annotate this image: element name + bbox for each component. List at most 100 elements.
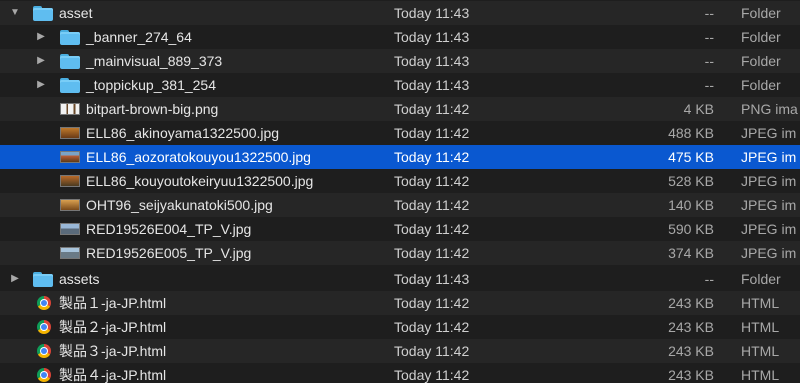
file-kind: PNG ima [741, 101, 798, 117]
file-name: 製品２-ja-JP.html [59, 319, 167, 335]
file-row-banner[interactable]: ▶ _banner_274_64 Today 11:43 -- Folder [0, 25, 800, 49]
date-modified: Today 11:42 [394, 367, 470, 383]
disclosure-triangle-expanded[interactable]: ▼ [9, 1, 21, 25]
file-kind: JPEG im [741, 245, 797, 261]
folder-icon [60, 77, 80, 93]
file-size: 140 KB [668, 197, 714, 213]
file-size: 243 KB [668, 295, 714, 311]
file-size: -- [704, 271, 714, 287]
file-kind: JPEG im [741, 173, 797, 189]
file-list: ▼ asset Today 11:43 -- Folder ▶ _banner_… [0, 0, 800, 383]
date-modified: Today 11:42 [394, 221, 470, 237]
chrome-html-icon [37, 344, 51, 358]
file-kind: JPEG im [741, 125, 797, 141]
date-modified: Today 11:43 [394, 5, 470, 21]
file-name: _mainvisual_889_373 [86, 53, 223, 69]
file-kind: HTML [741, 343, 780, 359]
file-kind: HTML [741, 295, 780, 311]
file-row-aozoratokouyou-selected[interactable]: ELL86_aozoratokouyou1322500.jpg Today 11… [0, 145, 800, 169]
file-kind: HTML [741, 319, 780, 335]
file-kind: Folder [741, 5, 781, 21]
file-row-akinoyama[interactable]: ELL86_akinoyama1322500.jpg Today 11:42 4… [0, 121, 800, 145]
file-row-kouyoutokeiryuu[interactable]: ELL86_kouyoutokeiryuu1322500.jpg Today 1… [0, 169, 800, 193]
file-size: 243 KB [668, 343, 714, 359]
disclosure-triangle-collapsed[interactable]: ▶ [9, 267, 21, 291]
file-row-bitpart[interactable]: bitpart-brown-big.png Today 11:42 4 KB P… [0, 97, 800, 121]
file-row-red19526e004[interactable]: RED19526E004_TP_V.jpg Today 11:42 590 KB… [0, 217, 800, 241]
file-row-asset[interactable]: ▼ asset Today 11:43 -- Folder [0, 1, 800, 25]
file-kind: Folder [741, 77, 781, 93]
disclosure-triangle-collapsed[interactable]: ▶ [35, 49, 47, 73]
disclosure-triangle-collapsed[interactable]: ▶ [35, 73, 47, 97]
file-size: -- [704, 29, 714, 45]
file-size: 590 KB [668, 221, 714, 237]
file-name: _toppickup_381_254 [86, 77, 217, 93]
file-row-toppickup[interactable]: ▶ _toppickup_381_254 Today 11:43 -- Fold… [0, 73, 800, 97]
date-modified: Today 11:42 [394, 319, 470, 335]
jpeg-thumbnail-icon [60, 151, 80, 163]
file-size: 4 KB [683, 101, 714, 117]
disclosure-triangle-collapsed[interactable]: ▶ [35, 25, 47, 49]
jpeg-thumbnail-icon [60, 223, 80, 235]
file-kind: JPEG im [741, 221, 797, 237]
file-size: 243 KB [668, 367, 714, 383]
jpeg-thumbnail-icon [60, 247, 80, 259]
file-row-seijyakunatoki[interactable]: OHT96_seijyakunatoki500.jpg Today 11:42 … [0, 193, 800, 217]
file-size: -- [704, 53, 714, 69]
file-row-product-4[interactable]: 製品４-ja-JP.html Today 11:42 243 KB HTML [0, 363, 800, 383]
chrome-html-icon [37, 296, 51, 310]
chrome-html-icon [37, 320, 51, 334]
file-name: _banner_274_64 [86, 29, 192, 45]
file-name: ELL86_akinoyama1322500.jpg [86, 125, 280, 141]
date-modified: Today 11:42 [394, 149, 470, 165]
file-row-product-1[interactable]: 製品１-ja-JP.html Today 11:42 243 KB HTML [0, 291, 800, 315]
date-modified: Today 11:42 [394, 101, 470, 117]
date-modified: Today 11:42 [394, 245, 470, 261]
folder-icon [33, 5, 53, 21]
chrome-html-icon [37, 368, 51, 382]
file-size: 488 KB [668, 125, 714, 141]
date-modified: Today 11:42 [394, 125, 470, 141]
file-name: asset [59, 5, 93, 21]
file-name: RED19526E005_TP_V.jpg [86, 245, 252, 261]
file-row-assets[interactable]: ▶ assets Today 11:43 -- Folder [0, 267, 800, 291]
file-row-red19526e005[interactable]: RED19526E005_TP_V.jpg Today 11:42 374 KB… [0, 241, 800, 265]
file-row-mainvisual[interactable]: ▶ _mainvisual_889_373 Today 11:43 -- Fol… [0, 49, 800, 73]
date-modified: Today 11:43 [394, 77, 470, 93]
file-size: -- [704, 77, 714, 93]
file-kind: HTML [741, 367, 780, 383]
file-name: assets [59, 271, 100, 287]
file-kind: Folder [741, 271, 781, 287]
file-kind: Folder [741, 29, 781, 45]
folder-icon [60, 29, 80, 45]
date-modified: Today 11:42 [394, 295, 470, 311]
date-modified: Today 11:43 [394, 53, 470, 69]
date-modified: Today 11:43 [394, 271, 470, 287]
jpeg-thumbnail-icon [60, 175, 80, 187]
file-name: ELL86_aozoratokouyou1322500.jpg [86, 149, 311, 165]
file-kind: Folder [741, 53, 781, 69]
file-kind: JPEG im [741, 149, 797, 165]
date-modified: Today 11:43 [394, 29, 470, 45]
folder-icon [60, 53, 80, 69]
date-modified: Today 11:42 [394, 197, 470, 213]
file-row-product-3[interactable]: 製品３-ja-JP.html Today 11:42 243 KB HTML [0, 339, 800, 363]
folder-icon [33, 271, 53, 287]
file-row-product-2[interactable]: 製品２-ja-JP.html Today 11:42 243 KB HTML [0, 315, 800, 339]
jpeg-thumbnail-icon [60, 127, 80, 139]
date-modified: Today 11:42 [394, 173, 470, 189]
file-name: ELL86_kouyoutokeiryuu1322500.jpg [86, 173, 314, 189]
file-name: 製品４-ja-JP.html [59, 367, 167, 383]
file-name: bitpart-brown-big.png [86, 101, 219, 117]
file-name: RED19526E004_TP_V.jpg [86, 221, 252, 237]
png-thumbnail-icon [60, 103, 80, 115]
file-size: 475 KB [668, 149, 714, 165]
file-kind: JPEG im [741, 197, 797, 213]
file-name: 製品１-ja-JP.html [59, 295, 167, 311]
jpeg-thumbnail-icon [60, 199, 80, 211]
file-size: 243 KB [668, 319, 714, 335]
file-name: 製品３-ja-JP.html [59, 343, 167, 359]
date-modified: Today 11:42 [394, 343, 470, 359]
file-size: 374 KB [668, 245, 714, 261]
file-name: OHT96_seijyakunatoki500.jpg [86, 197, 273, 213]
